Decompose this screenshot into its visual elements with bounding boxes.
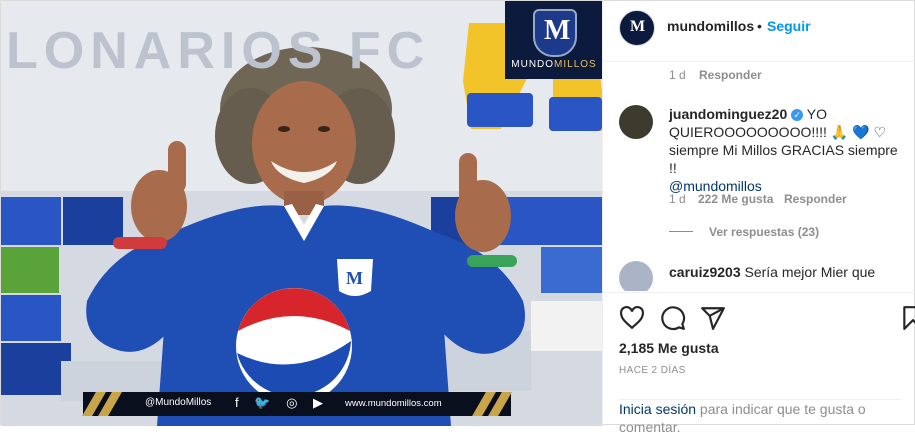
avatar[interactable]: M bbox=[619, 10, 655, 46]
likes-count[interactable]: 2,185 Me gusta bbox=[619, 340, 719, 356]
facebook-icon: f bbox=[235, 395, 245, 410]
post-header: M mundomillos • Seguir bbox=[603, 1, 915, 62]
white-heart-icon: ♡ bbox=[873, 124, 887, 140]
shield-icon: M bbox=[533, 9, 577, 57]
youtube-icon: ▶ bbox=[313, 395, 330, 410]
banner-social-icons: f 🐦 ◎ ▶ bbox=[235, 395, 329, 411]
social-banner: @MundoMillos f 🐦 ◎ ▶ www.mundomillos.com bbox=[82, 392, 512, 416]
instagram-icon: ◎ bbox=[286, 395, 304, 410]
post-dialog: M LONARIOS FC M MUNDOMILLOS @MundoMillos… bbox=[0, 0, 915, 435]
heart-icon[interactable] bbox=[619, 305, 645, 331]
comment-time: 1 d bbox=[669, 192, 686, 206]
separator-dot: • bbox=[757, 18, 762, 34]
view-replies-button[interactable]: Ver respuestas (23) bbox=[709, 225, 819, 239]
save-icon[interactable] bbox=[900, 305, 915, 331]
comment-username[interactable]: juandominguez20 bbox=[669, 106, 787, 122]
reply-button[interactable]: Responder bbox=[784, 192, 847, 206]
post-side-panel: M mundomillos • Seguir 1 d Responder jua… bbox=[602, 1, 915, 435]
logo-text: MUNDOMILLOS bbox=[511, 59, 597, 70]
verified-badge-icon: ✓ bbox=[791, 109, 804, 121]
replies-divider bbox=[669, 231, 693, 232]
blue-heart-icon: 💙 bbox=[852, 124, 870, 140]
mundomillos-watermark-logo: M MUNDOMILLOS bbox=[505, 1, 602, 79]
comment-juandominguez20: juandominguez20 ✓ YO QUIEROOOOOOOOO!!!! … bbox=[669, 106, 898, 194]
login-prompt: Inicia sesión para indicar que te gusta … bbox=[619, 399, 901, 436]
comment-icon[interactable] bbox=[660, 305, 686, 331]
login-link[interactable]: Inicia sesión bbox=[619, 401, 696, 417]
share-icon[interactable] bbox=[700, 305, 726, 331]
comment-caruiz9203: caruiz9203 Sería mejor Mier que bbox=[669, 264, 876, 280]
post-time[interactable]: HACE 2 DÍAS bbox=[619, 365, 686, 376]
svg-text:M: M bbox=[346, 268, 363, 288]
comments-list[interactable]: 1 d Responder juandominguez20 ✓ YO QUIER… bbox=[603, 61, 915, 291]
comment-likes[interactable]: 222 Me gusta bbox=[698, 192, 773, 206]
twitter-icon: 🐦 bbox=[254, 395, 277, 410]
banner-url: www.mundomillos.com bbox=[345, 398, 442, 409]
avatar[interactable] bbox=[619, 261, 653, 291]
post-image[interactable]: M LONARIOS FC M MUNDOMILLOS @MundoMillos… bbox=[1, 1, 602, 426]
banner-handle: @MundoMillos bbox=[145, 397, 212, 408]
reply-button[interactable]: Responder bbox=[699, 68, 762, 82]
follow-button[interactable]: Seguir bbox=[767, 18, 811, 34]
comment-username[interactable]: caruiz9203 bbox=[669, 264, 741, 280]
post-actions: 2,185 Me gusta HACE 2 DÍAS Inicia sesión… bbox=[603, 292, 915, 435]
header-username[interactable]: mundomillos bbox=[667, 18, 754, 34]
wall-text: LONARIOS FC bbox=[6, 22, 431, 80]
avatar[interactable] bbox=[619, 105, 653, 139]
comment-time: 1 d bbox=[669, 68, 686, 82]
